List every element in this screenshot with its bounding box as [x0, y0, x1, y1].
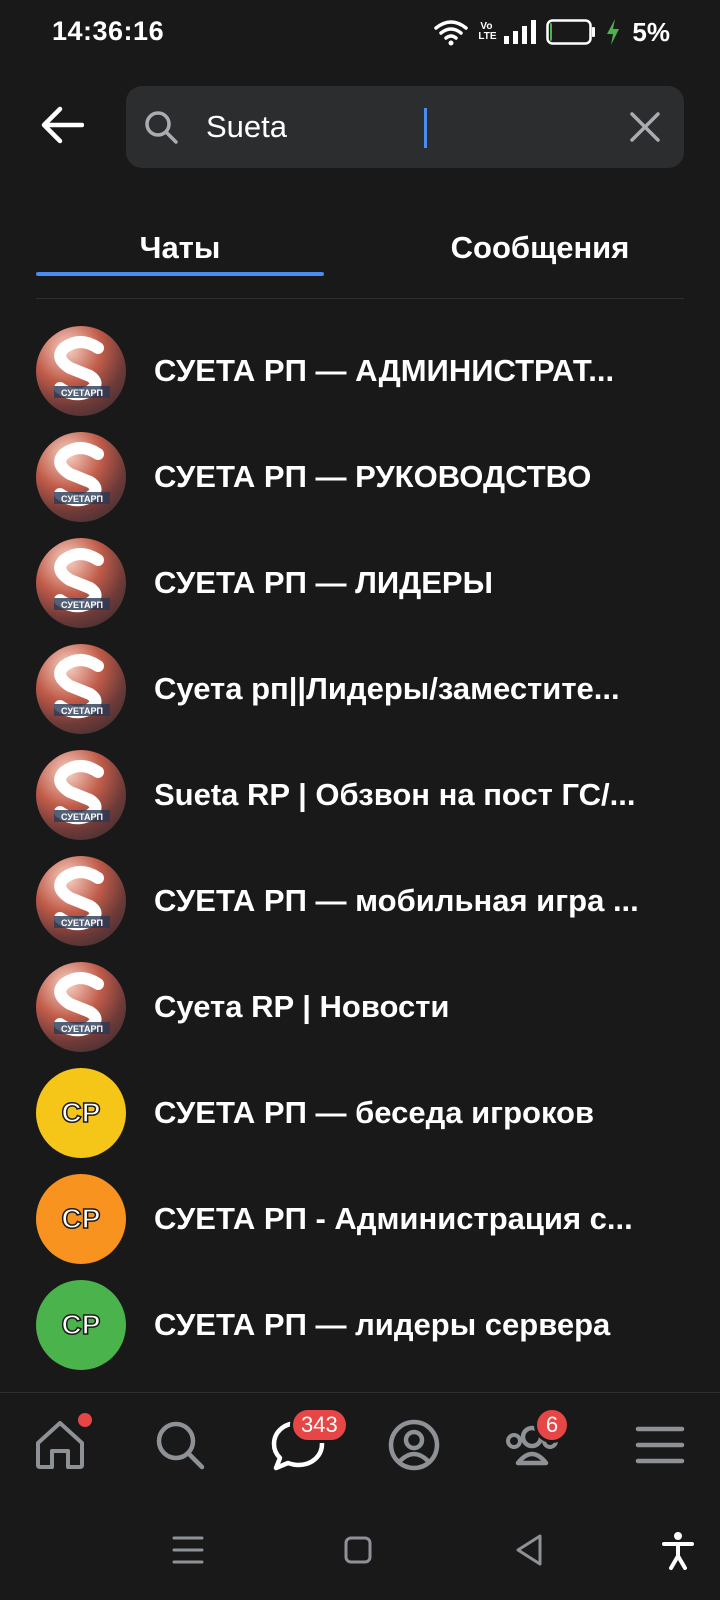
nav-menu[interactable] [630, 1415, 690, 1475]
wifi-icon [434, 18, 469, 46]
chat-title: СУЕТА РП — лидеры сервера [154, 1307, 611, 1342]
svg-text:СУЕТАРП: СУЕТАРП [61, 1024, 103, 1034]
volte-icon: Vo LTE [478, 21, 497, 42]
battery-percent: 5% [632, 16, 670, 47]
system-navigation [0, 1500, 720, 1600]
tab-chats[interactable]: Чаты [36, 220, 324, 276]
chat-item[interactable]: СУЕТАРП СУЕТА РП — мобильная игра ... [0, 848, 720, 956]
chat-item[interactable]: СУЕТАРП СУЕТА РП — РУКОВОДСТВО [0, 424, 720, 532]
chat-avatar: СУЕТАРП [36, 538, 126, 628]
chat-item[interactable]: СУЕТАРП Sueta RP | Обзвон на пост ГС/... [0, 742, 720, 850]
search-header [0, 86, 720, 168]
chat-avatar: СУЕТАРП [36, 962, 126, 1052]
charging-icon [606, 19, 620, 45]
status-time: 14:36:16 [52, 16, 165, 46]
search-icon [150, 1415, 210, 1475]
chat-item[interactable]: СР СУЕТА РП - Администрация с... [0, 1166, 720, 1274]
chat-title: СУЕТА РП — АДМИНИСТРАТ... [154, 353, 615, 388]
arrow-left-icon [40, 105, 85, 150]
clear-search-button[interactable] [624, 106, 666, 148]
chat-title: СУЕТА РП — РУКОВОДСТВО [154, 459, 592, 494]
chat-title: СУЕТА РП — беседа игроков [154, 1095, 595, 1130]
recents-button[interactable] [166, 1528, 210, 1572]
chat-title: СУЕТА РП — ЛИДЕРЫ [154, 565, 493, 600]
tab-messages[interactable]: Сообщения [396, 220, 684, 276]
home-square-icon [336, 1536, 380, 1576]
chat-avatar: СУЕТАРП [36, 750, 126, 840]
chat-title: Суета рп||Лидеры/заместите... [154, 671, 620, 706]
search-input[interactable] [206, 86, 586, 168]
svg-text:СУЕТАРП: СУЕТАРП [61, 388, 103, 398]
sueta-logo-icon: СУЕТАРП [54, 760, 110, 825]
chat-title: Sueta RP | Обзвон на пост ГС/... [154, 777, 636, 812]
chat-title: Суета RP | Новости [154, 989, 450, 1024]
search-box[interactable] [126, 86, 684, 168]
nav-profile[interactable] [384, 1415, 444, 1475]
status-bar: 14:36:16 Vo LTE 5% [0, 0, 720, 66]
accessibility-icon [656, 1532, 700, 1576]
back-button[interactable] [30, 96, 94, 158]
back-triangle-icon [508, 1534, 552, 1576]
chat-avatar: СУЕТАРП [36, 326, 126, 416]
chat-avatar: СУЕТАРП [36, 644, 126, 734]
nav-friends[interactable]: 6 [502, 1407, 570, 1475]
chat-title: СУЕТА РП - Администрация с... [154, 1201, 633, 1236]
chat-item[interactable]: СР СУЕТА РП — беседа игроков [0, 1060, 720, 1168]
chat-avatar: СР [36, 1280, 126, 1370]
sueta-logo-icon: СУЕТАРП [54, 548, 110, 613]
chat-item[interactable]: СР СУЕТА РП — лидеры сервера [0, 1272, 720, 1380]
svg-text:СУЕТАРП: СУЕТАРП [61, 706, 103, 716]
search-tabs: Чаты Сообщения [36, 220, 684, 299]
profile-icon [384, 1415, 444, 1475]
svg-text:СУЕТАРП: СУЕТАРП [61, 494, 103, 504]
signal-icon [504, 20, 537, 44]
sueta-logo-icon: СУЕТАРП [54, 654, 110, 719]
home-notification-dot [76, 1411, 94, 1429]
sueta-logo-icon: СУЕТАРП [54, 442, 110, 507]
chat-item[interactable]: СУЕТАРП СУЕТА РП — АДМИНИСТРАТ... [0, 318, 720, 426]
close-icon [624, 112, 666, 152]
chat-item[interactable]: СУЕТАРП СУЕТА РП — ЛИДЕРЫ [0, 530, 720, 638]
active-tab-indicator [36, 272, 324, 276]
chat-avatar: СУЕТАРП [36, 432, 126, 522]
sueta-logo-icon: СУЕТАРП [54, 866, 110, 931]
text-caret [424, 108, 427, 148]
nav-search[interactable] [150, 1415, 210, 1475]
messages-badge: 343 [290, 1407, 349, 1443]
search-icon [142, 108, 182, 148]
bottom-navigation: 343 6 [0, 1392, 720, 1493]
menu-icon [630, 1415, 690, 1475]
chat-item[interactable]: СУЕТАРП Суета рп||Лидеры/заместите... [0, 636, 720, 744]
svg-text:СУЕТАРП: СУЕТАРП [61, 600, 103, 610]
sueta-logo-icon: СУЕТАРП [54, 972, 110, 1037]
nav-messages[interactable]: 343 [268, 1407, 349, 1475]
friends-badge: 6 [534, 1407, 570, 1443]
chat-avatar: СР [36, 1174, 126, 1264]
svg-text:СУЕТАРП: СУЕТАРП [61, 918, 103, 928]
chat-item[interactable]: СУЕТАРП Суета RP | Новости [0, 954, 720, 1062]
recents-icon [166, 1536, 210, 1576]
chat-title: СУЕТА РП — мобильная игра ... [154, 883, 639, 918]
chat-avatar: СУЕТАРП [36, 856, 126, 946]
svg-text:СУЕТАРП: СУЕТАРП [61, 812, 103, 822]
nav-home[interactable] [30, 1411, 94, 1475]
system-home-button[interactable] [336, 1528, 380, 1572]
status-icons: Vo LTE 5% [434, 14, 670, 50]
sueta-logo-icon: СУЕТАРП [54, 336, 110, 401]
chat-avatar: СР [36, 1068, 126, 1158]
system-back-button[interactable] [508, 1528, 552, 1572]
battery-icon [546, 19, 596, 45]
accessibility-button[interactable] [656, 1528, 700, 1572]
